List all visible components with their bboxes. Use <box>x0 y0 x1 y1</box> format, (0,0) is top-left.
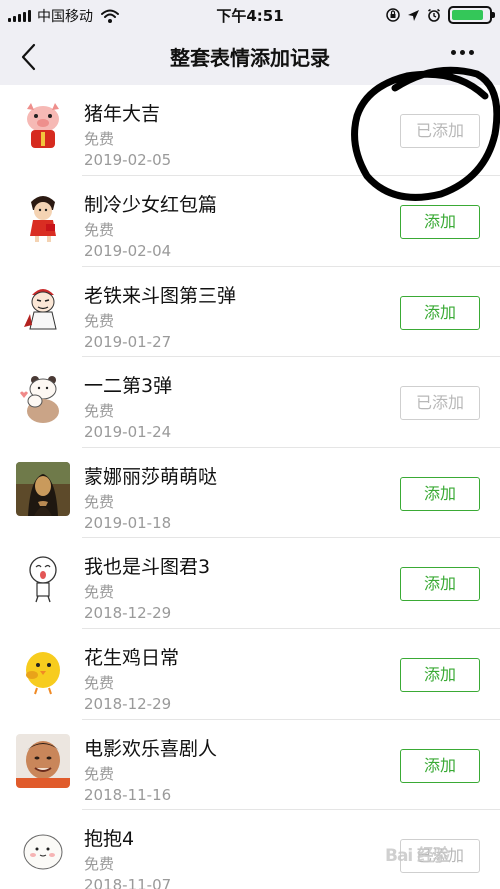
page-title: 整套表情添加记录 <box>170 46 330 70</box>
rotation-lock-icon <box>386 8 400 22</box>
doodle-face-thumbnail <box>16 552 70 607</box>
sticker-pack-date: 2018-11-16 <box>84 785 172 804</box>
list-item[interactable]: 猪年大吉 免费 2019-02-05 已添加 <box>0 85 500 176</box>
status-right <box>386 6 495 24</box>
sticker-pack-price: 免费 <box>84 583 115 602</box>
sticker-pack-name: 我也是斗图君3 <box>84 556 211 579</box>
sticker-pack-name: 花生鸡日常 <box>84 646 180 669</box>
add-button[interactable]: 添加 <box>400 567 480 602</box>
list-item[interactable]: 制冷少女红包篇 免费 2019-02-04 添加 <box>0 176 500 267</box>
added-button[interactable]: 已添加 <box>400 386 480 421</box>
sticker-pack-date: 2018-12-29 <box>84 604 172 623</box>
list-item[interactable]: 蒙娜丽莎萌萌哒 免费 2019-01-18 添加 <box>0 448 500 539</box>
comedian-face-thumbnail <box>16 733 70 788</box>
hug-sticker-thumbnail <box>16 824 70 879</box>
watermark: Bai 经验 <box>385 846 450 866</box>
sticker-pack-price: 免费 <box>84 311 115 330</box>
location-icon <box>408 9 419 21</box>
sticker-pack-date: 2018-11-07 <box>84 876 172 889</box>
sticker-pack-date: 2019-01-24 <box>84 423 172 442</box>
sticker-pack-date: 2019-01-18 <box>84 513 172 532</box>
add-button[interactable]: 添加 <box>400 748 480 783</box>
pig-sticker-thumbnail <box>16 99 70 153</box>
battery-icon <box>448 6 495 24</box>
girl-sticker-thumbnail <box>16 190 70 244</box>
sticker-pack-name: 猪年大吉 <box>84 103 161 125</box>
alarm-icon <box>428 8 440 22</box>
sticker-pack-date: 2019-02-05 <box>84 151 172 169</box>
sticker-pack-price: 免费 <box>84 764 115 783</box>
sticker-pack-name: 制冷少女红包篇 <box>84 194 218 216</box>
add-button[interactable]: 添加 <box>400 476 480 511</box>
cartoon-man-thumbnail <box>16 280 70 335</box>
list-item[interactable]: 电影欢乐喜剧人 免费 2018-11-16 添加 <box>0 720 500 811</box>
add-button[interactable]: 添加 <box>400 205 480 239</box>
sticker-pack-date: 2019-02-04 <box>84 242 172 260</box>
chick-sticker-thumbnail <box>16 642 70 697</box>
sticker-pack-price: 免费 <box>84 492 115 511</box>
sticker-pack-price: 免费 <box>84 855 115 874</box>
add-button[interactable]: 添加 <box>400 295 480 330</box>
bear-sticker-thumbnail <box>16 371 70 426</box>
sticker-pack-name: 一二第3弹 <box>84 375 173 398</box>
more-dots-icon[interactable] <box>451 50 474 55</box>
sticker-pack-name: 蒙娜丽莎萌萌哒 <box>84 465 218 488</box>
sticker-pack-price: 免费 <box>84 402 115 421</box>
sticker-pack-date: 2019-01-27 <box>84 332 172 351</box>
sticker-history-list: 猪年大吉 免费 2019-02-05 已添加 制冷少女红包篇 免费 2019-0… <box>0 85 500 889</box>
list-item[interactable]: 我也是斗图君3 免费 2018-12-29 添加 <box>0 538 500 629</box>
sticker-pack-price: 免费 <box>84 673 115 692</box>
battery-fill <box>452 10 483 20</box>
list-item[interactable]: 花生鸡日常 免费 2018-12-29 添加 <box>0 629 500 720</box>
list-item[interactable]: 老铁来斗图第三弹 免费 2019-01-27 添加 <box>0 267 500 358</box>
sticker-pack-price: 免费 <box>84 130 115 148</box>
status-bar: 中国移动 下午4:51 <box>0 0 500 28</box>
sticker-pack-date: 2018-12-29 <box>84 694 172 713</box>
nav-bar: 整套表情添加记录 <box>0 28 500 85</box>
list-item[interactable]: 一二第3弹 免费 2019-01-24 已添加 <box>0 357 500 448</box>
mona-lisa-thumbnail <box>16 461 70 516</box>
sticker-pack-name: 电影欢乐喜剧人 <box>84 737 218 760</box>
sticker-pack-price: 免费 <box>84 221 115 239</box>
added-button[interactable]: 已添加 <box>400 114 480 148</box>
sticker-pack-name: 老铁来斗图第三弹 <box>84 284 237 307</box>
add-button[interactable]: 添加 <box>400 657 480 692</box>
sticker-pack-name: 抱抱4 <box>84 828 135 851</box>
